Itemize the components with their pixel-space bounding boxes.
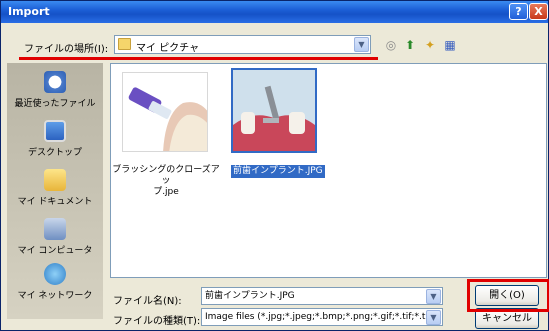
chevron-down-icon[interactable]: ▼ — [426, 310, 441, 325]
window-title: Import — [8, 5, 50, 18]
view-menu-icon[interactable]: ▦ — [442, 37, 458, 53]
desktop-icon — [44, 120, 66, 142]
place-label: デスクトップ — [27, 148, 82, 158]
place-recent[interactable]: 最近使ったファイル — [7, 71, 103, 109]
place-desktop[interactable]: デスクトップ — [7, 120, 103, 158]
chevron-down-icon[interactable]: ▼ — [426, 289, 441, 304]
file-type-label: ファイルの種類(T): — [113, 316, 201, 327]
file-name-line-2: プ.jpe — [153, 187, 179, 197]
file-thumbnail — [231, 68, 317, 153]
folder-icon — [118, 38, 131, 50]
my-computer-icon — [44, 218, 66, 240]
place-my-documents[interactable]: マイ ドキュメント — [7, 169, 103, 207]
file-thumbnail — [122, 72, 208, 152]
close-button[interactable]: X — [529, 3, 548, 20]
file-name: ブラッシングのクローズアッ プ.jpe — [111, 165, 221, 198]
place-my-computer[interactable]: マイ コンピュータ — [7, 218, 103, 256]
look-in-label: ファイルの場所(I): — [24, 44, 109, 55]
chevron-down-icon[interactable]: ▼ — [354, 37, 369, 52]
place-label: 最近使ったファイル — [14, 99, 96, 109]
file-name-line-1: ブラッシングのクローズアッ — [112, 165, 220, 186]
highlight-underline — [19, 57, 378, 60]
file-list[interactable]: ブラッシングのクローズアッ プ.jpe 前歯インプラント.JPG — [110, 63, 547, 278]
place-my-network[interactable]: マイ ネットワーク — [7, 263, 103, 301]
file-name-input[interactable]: 前歯インプラント.JPG ▼ — [201, 287, 443, 305]
places-bar: 最近使ったファイル デスクトップ マイ ドキュメント マイ コンピュータ マイ … — [7, 63, 103, 319]
file-name: 前歯インプラント.JPG — [231, 165, 325, 178]
look-in-dropdown[interactable]: マイ ピクチャ ▼ — [114, 35, 371, 54]
recent-icon — [44, 71, 66, 93]
title-bar: Import ? X — [1, 1, 548, 23]
file-type-select[interactable]: Image files (*.jpg;*.jpeg;*.bmp;*.png;*.… — [201, 308, 443, 326]
import-dialog: Import ? X ファイルの場所(I): マイ ピクチャ ▼ ◎ ⬆ ✦ ▦… — [0, 0, 549, 331]
place-label: マイ コンピュータ — [17, 246, 93, 256]
file-name-value: 前歯インプラント.JPG — [205, 291, 295, 301]
new-folder-icon[interactable]: ✦ — [422, 37, 438, 53]
file-type-value: Image files (*.jpg;*.jpeg;*.bmp;*.png;*.… — [205, 312, 438, 322]
my-network-icon — [44, 263, 66, 285]
file-name-label: ファイル名(N): — [113, 296, 182, 307]
implant-image — [233, 70, 315, 151]
place-label: マイ ネットワーク — [17, 291, 93, 301]
toothbrush-image — [123, 73, 207, 151]
place-label: マイ ドキュメント — [17, 197, 93, 207]
my-documents-icon — [44, 169, 66, 191]
up-folder-icon[interactable]: ⬆ — [402, 37, 418, 53]
help-button[interactable]: ? — [509, 3, 528, 20]
highlight-box — [467, 279, 549, 312]
look-in-value: マイ ピクチャ — [136, 43, 200, 54]
back-icon[interactable]: ◎ — [383, 37, 399, 53]
